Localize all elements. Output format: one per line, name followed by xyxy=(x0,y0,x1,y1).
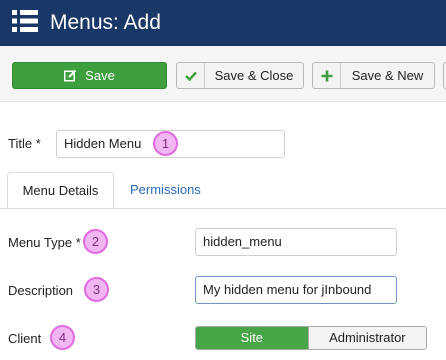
page-header: Menus: Add xyxy=(0,0,446,46)
list-icon xyxy=(12,10,38,32)
toolbar: Save Save & Close Save & New xyxy=(0,46,446,102)
client-label: Client xyxy=(8,331,42,346)
client-toggle: Site Administrator xyxy=(195,326,427,350)
annotation-badge-2: 2 xyxy=(83,229,108,254)
save-new-label: Save & New xyxy=(351,68,424,83)
tab-permissions[interactable]: Permissions xyxy=(130,172,201,209)
client-option-site[interactable]: Site xyxy=(196,327,308,349)
title-label: Title * xyxy=(8,136,41,151)
check-icon xyxy=(177,63,205,88)
annotation-badge-1: 1 xyxy=(153,131,178,156)
tabs-divider xyxy=(0,208,446,209)
client-option-administrator[interactable]: Administrator xyxy=(307,327,426,349)
menu-type-input[interactable]: hidden_menu xyxy=(195,228,397,256)
plus-icon xyxy=(313,63,341,88)
edit-icon xyxy=(64,69,77,82)
menu-type-label: Menu Type * xyxy=(8,235,81,250)
save-close-button[interactable]: Save & Close xyxy=(176,62,304,89)
save-button-label: Save xyxy=(85,68,115,83)
save-new-button[interactable]: Save & New xyxy=(312,62,435,89)
page-title: Menus: Add xyxy=(50,11,161,34)
annotation-badge-3: 3 xyxy=(84,277,109,302)
annotation-badge-4: 4 xyxy=(50,325,75,350)
tab-menu-details[interactable]: Menu Details xyxy=(7,172,114,209)
description-label: Description xyxy=(8,283,74,298)
save-button[interactable]: Save xyxy=(12,62,167,89)
save-close-label: Save & Close xyxy=(214,68,294,83)
description-input[interactable]: My hidden menu for jInbound xyxy=(195,276,397,304)
